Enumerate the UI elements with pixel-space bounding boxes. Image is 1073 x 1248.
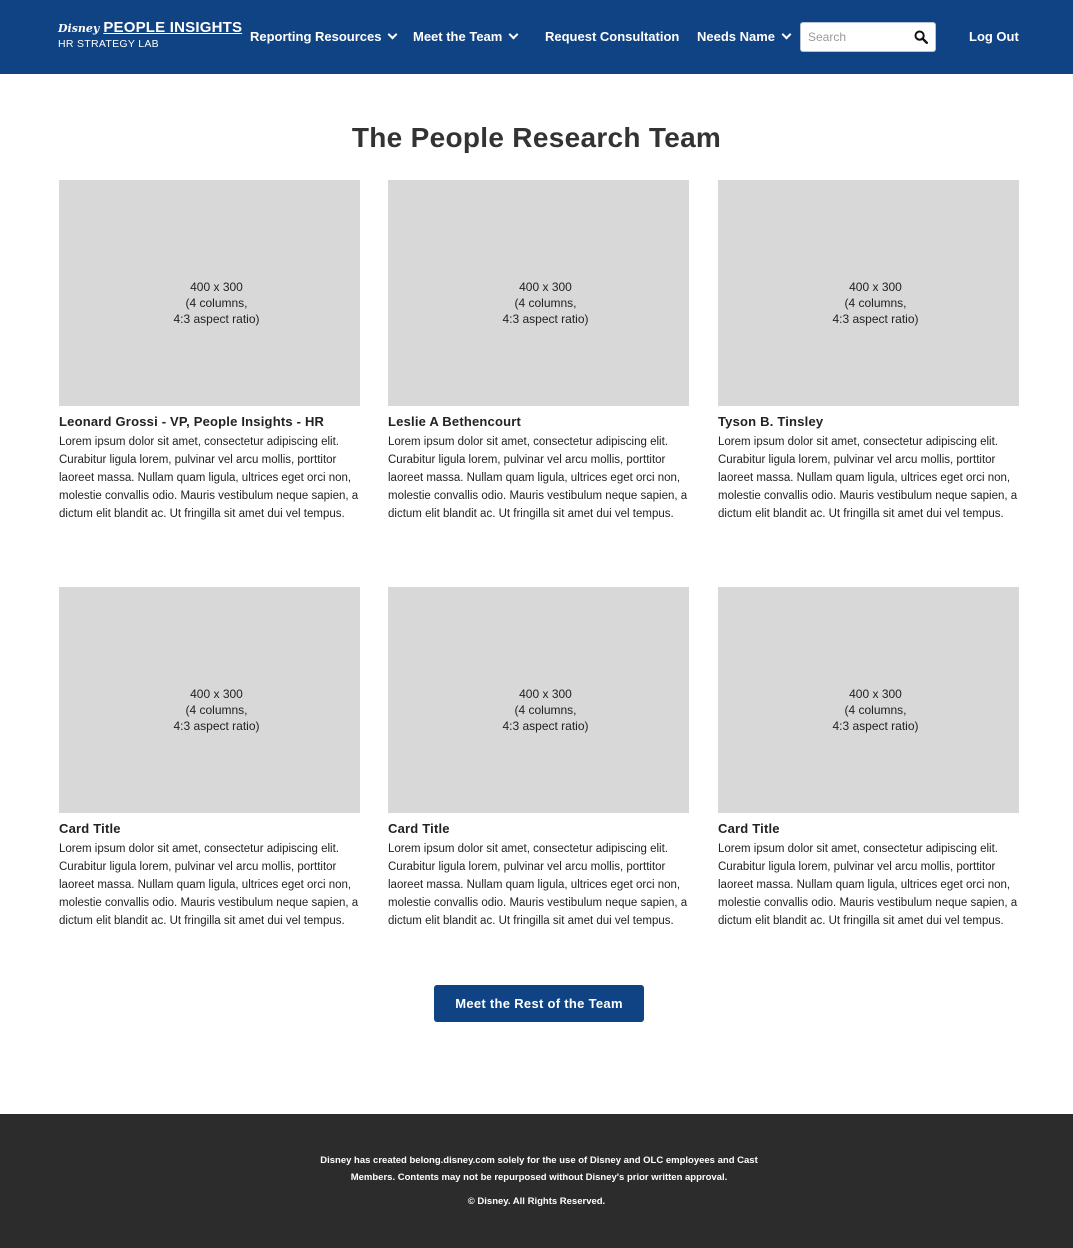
placeholder-columns: (4 columns, (844, 703, 907, 717)
nav-needs-name[interactable]: Needs Name (697, 29, 792, 44)
team-card: 400 x 300 (4 columns, 4:3 aspect ratio) … (59, 180, 361, 523)
site-footer: Disney has created belong.disney.com sol… (0, 1114, 1073, 1248)
placeholder-columns: (4 columns, (185, 703, 248, 717)
placeholder-columns: (4 columns, (514, 296, 577, 310)
card-image-placeholder: 400 x 300 (4 columns, 4:3 aspect ratio) (718, 180, 1019, 406)
footer-notice: Disney has created belong.disney.com sol… (320, 1155, 758, 1183)
card-body: Lorem ipsum dolor sit amet, consectetur … (718, 843, 1018, 927)
nav-label: Reporting Resources (250, 29, 382, 44)
card-title: Card Title (59, 821, 121, 836)
logo-subtitle: HR STRATEGY LAB (58, 38, 159, 50)
placeholder-ratio: 4:3 aspect ratio) (173, 719, 260, 733)
card-body: Lorem ipsum dolor sit amet, consectetur … (718, 436, 1018, 520)
card-image-placeholder: 400 x 300 (4 columns, 4:3 aspect ratio) (59, 180, 360, 406)
logo-title: PEOPLE INSIGHTS (103, 19, 243, 36)
card-body: Lorem ipsum dolor sit amet, consectetur … (388, 436, 688, 520)
nav-meet-the-team[interactable]: Meet the Team (413, 29, 519, 44)
team-card: 400 x 300 (4 columns, 4:3 aspect ratio) … (718, 180, 1020, 523)
card-body: Lorem ipsum dolor sit amet, consectetur … (59, 436, 359, 520)
nav-request-consultation[interactable]: Request Consultation (545, 29, 679, 44)
logo-top: Disney PEOPLE INSIGHTS (58, 20, 242, 37)
card-body: Lorem ipsum dolor sit amet, consectetur … (59, 843, 359, 927)
logo-brand: Disney (58, 22, 100, 35)
nav-label: Meet the Team (413, 29, 503, 44)
placeholder-columns: (4 columns, (844, 296, 907, 310)
nav-label: Request Consultation (545, 29, 680, 44)
search-input[interactable] (801, 23, 909, 51)
card-title: Leslie A Bethencourt (388, 414, 522, 429)
card-title: Leonard Grossi - VP, People Insights - H… (59, 414, 325, 429)
page-title: The People Research Team (351, 122, 722, 153)
placeholder-size: 400 x 300 (519, 687, 572, 701)
team-card: 400 x 300 (4 columns, 4:3 aspect ratio) … (59, 587, 361, 930)
team-card: 400 x 300 (4 columns, 4:3 aspect ratio) … (388, 180, 690, 523)
placeholder-size: 400 x 300 (849, 687, 902, 701)
search-box (800, 22, 936, 52)
placeholder-ratio: 4:3 aspect ratio) (832, 312, 919, 326)
chevron-down-icon (388, 29, 398, 40)
placeholder-size: 400 x 300 (849, 280, 902, 294)
placeholder-size: 400 x 300 (190, 280, 243, 294)
card-image-placeholder: 400 x 300 (4 columns, 4:3 aspect ratio) (718, 587, 1019, 813)
meet-rest-of-team-button[interactable]: Meet the Rest of the Team (434, 985, 644, 1022)
placeholder-size: 400 x 300 (519, 280, 572, 294)
placeholder-ratio: 4:3 aspect ratio) (502, 719, 589, 733)
site-header: Disney PEOPLE INSIGHTS HR STRATEGY LAB R… (0, 0, 1073, 74)
placeholder-ratio: 4:3 aspect ratio) (173, 312, 260, 326)
chevron-down-icon (508, 29, 519, 40)
logout-link[interactable]: Log Out (969, 29, 1019, 44)
card-title: Card Title (388, 821, 450, 836)
team-card: 400 x 300 (4 columns, 4:3 aspect ratio) … (718, 587, 1020, 930)
footer-copyright: © Disney. All Rights Reserved. (467, 1196, 606, 1207)
placeholder-columns: (4 columns, (514, 703, 577, 717)
nav-reporting-resources[interactable]: Reporting Resources (250, 29, 398, 44)
logo[interactable]: Disney PEOPLE INSIGHTS HR STRATEGY LAB (58, 20, 242, 51)
chevron-down-icon (781, 29, 792, 40)
placeholder-size: 400 x 300 (190, 687, 243, 701)
card-title: Card Title (718, 821, 780, 836)
card-body: Lorem ipsum dolor sit amet, consectetur … (388, 843, 688, 927)
search-icon[interactable] (914, 30, 928, 44)
card-image-placeholder: 400 x 300 (4 columns, 4:3 aspect ratio) (388, 587, 689, 813)
nav-label: Needs Name (697, 29, 776, 44)
placeholder-columns: (4 columns, (185, 296, 248, 310)
team-card: 400 x 300 (4 columns, 4:3 aspect ratio) … (388, 587, 690, 930)
placeholder-ratio: 4:3 aspect ratio) (502, 312, 589, 326)
card-image-placeholder: 400 x 300 (4 columns, 4:3 aspect ratio) (388, 180, 689, 406)
card-image-placeholder: 400 x 300 (4 columns, 4:3 aspect ratio) (59, 587, 360, 813)
card-title: Tyson B. Tinsley (718, 414, 824, 429)
placeholder-ratio: 4:3 aspect ratio) (832, 719, 919, 733)
